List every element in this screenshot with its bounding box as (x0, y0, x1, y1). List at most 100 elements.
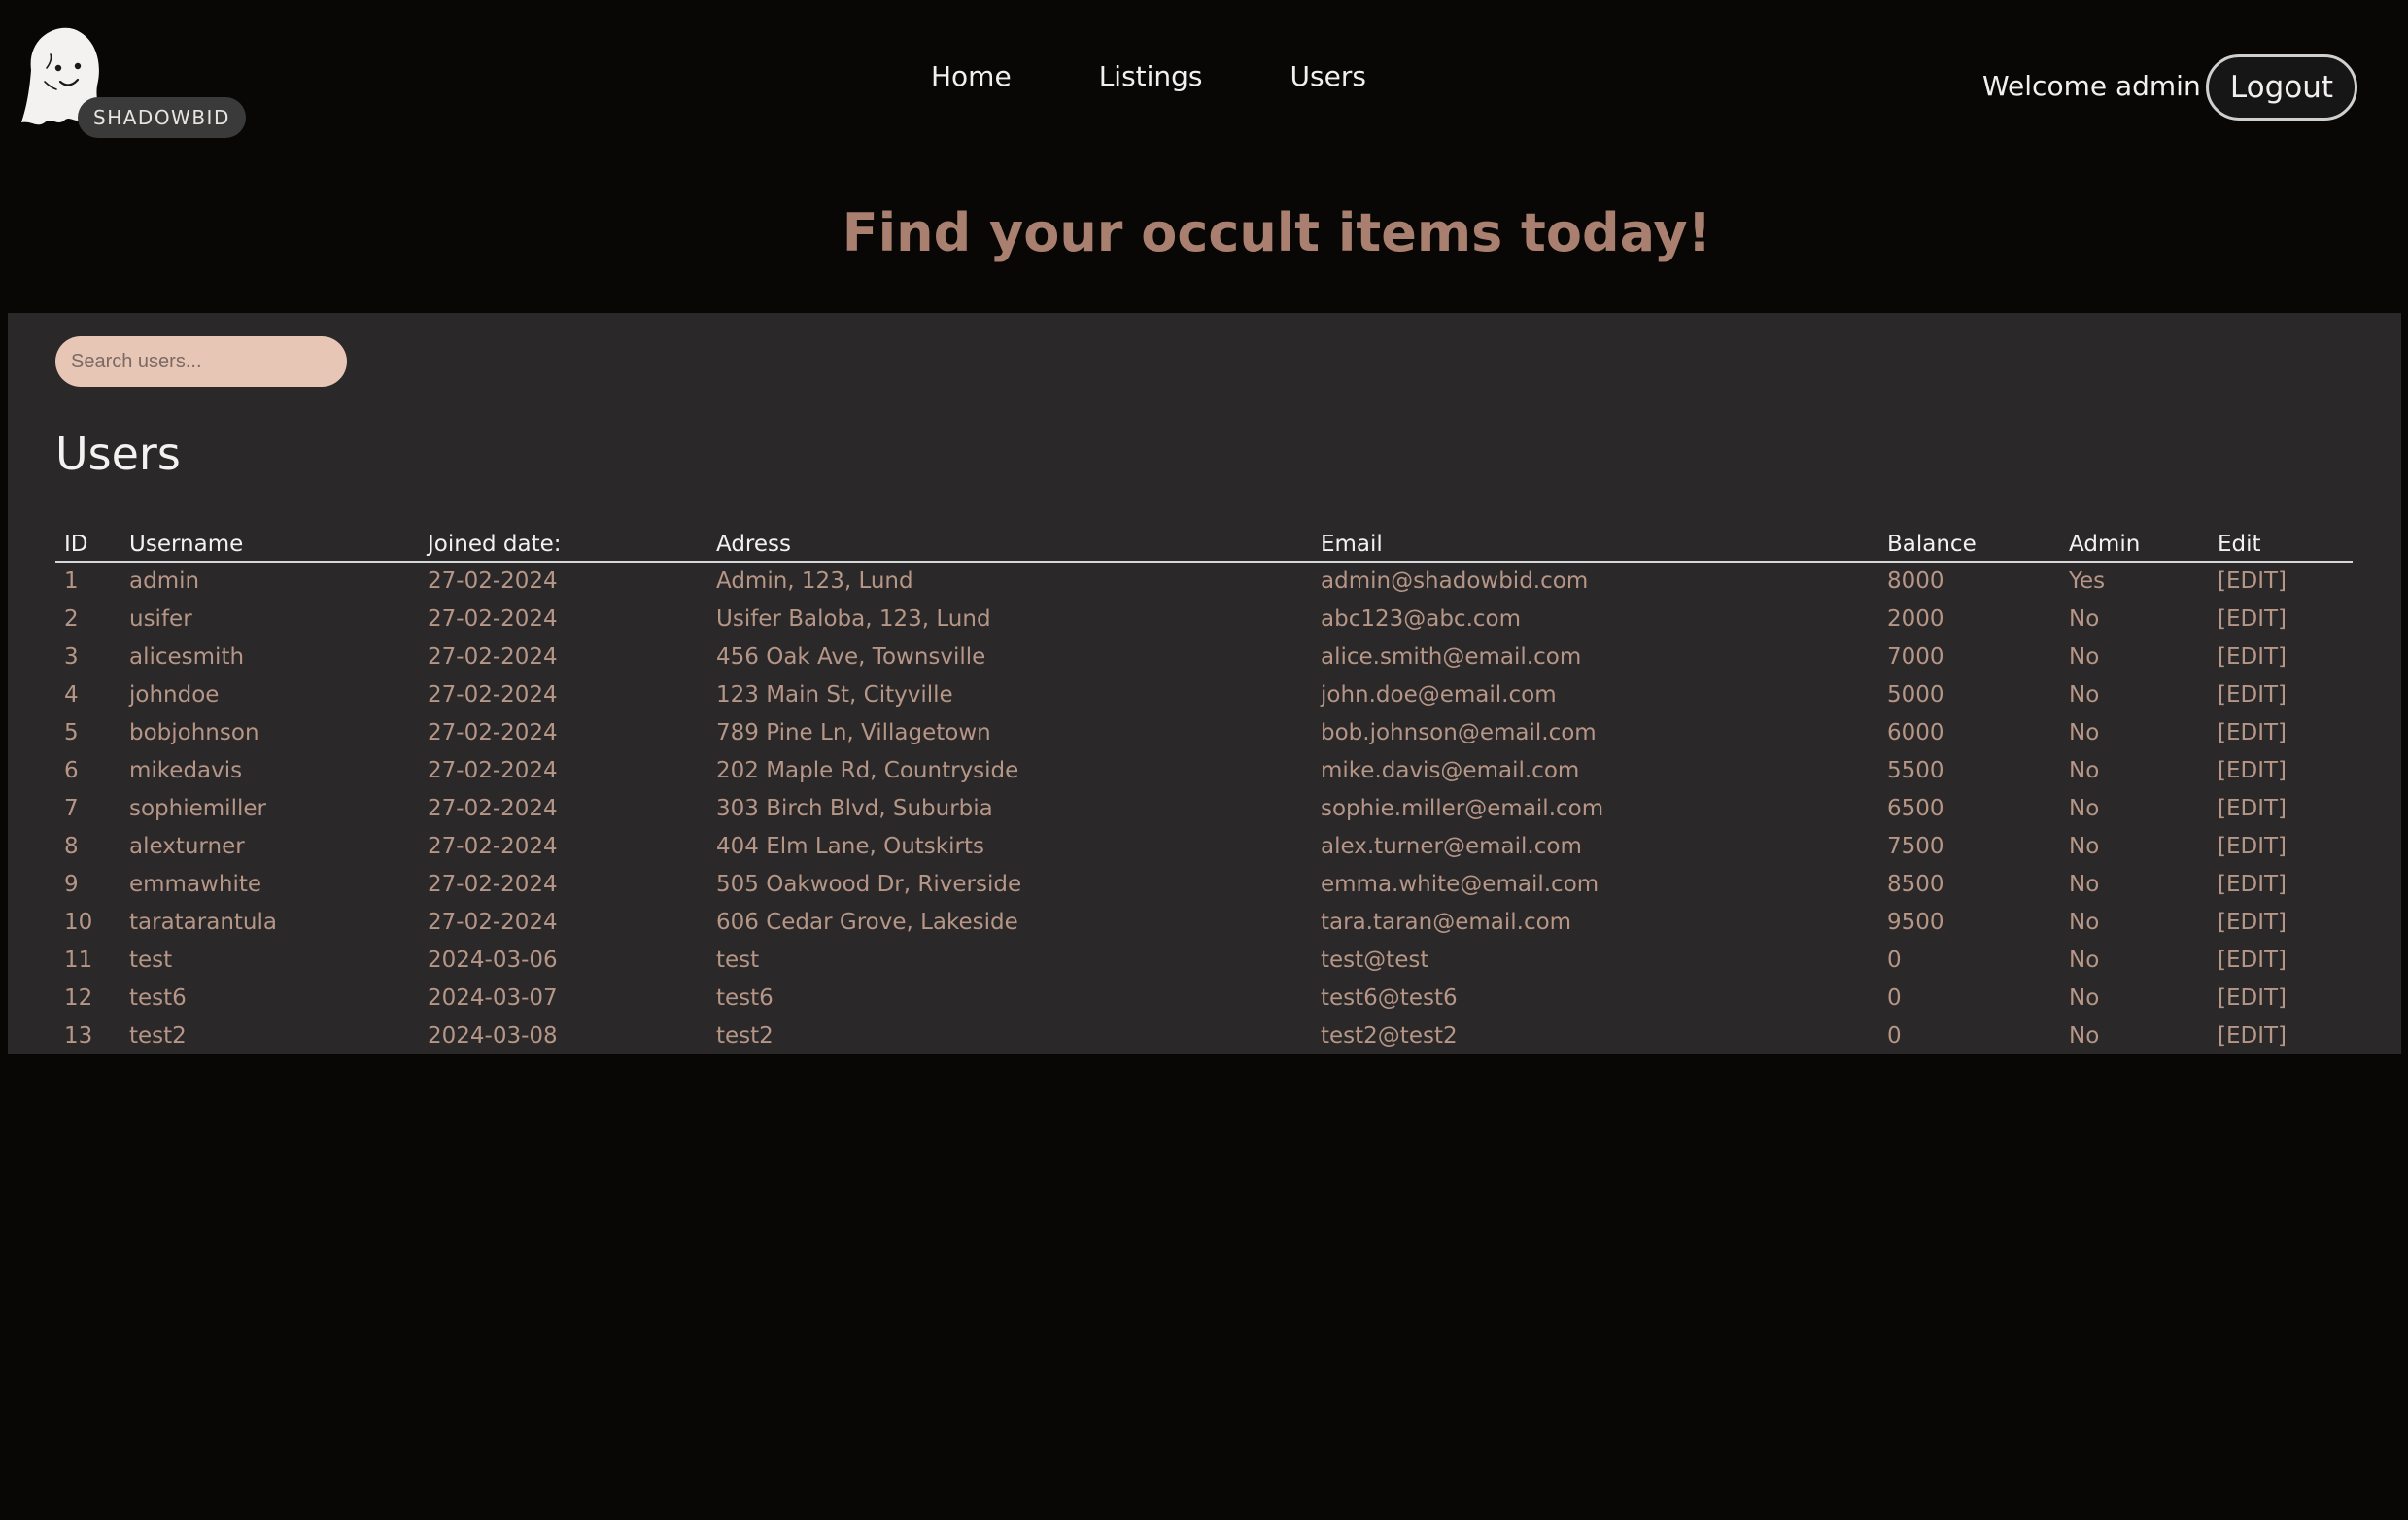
cell-email: bob.johnson@email.com (1321, 719, 1597, 745)
cell-balance: 0 (1887, 947, 1902, 973)
edit-link[interactable]: [EDIT] (2210, 600, 2353, 638)
edit-link[interactable]: [EDIT] (2210, 789, 2353, 827)
cell-admin: No (2069, 719, 2100, 745)
edit-link[interactable]: [EDIT] (2210, 562, 2353, 600)
cell-joined-date: 27-02-2024 (428, 643, 558, 670)
cell-email: mike.davis@email.com (1321, 757, 1580, 783)
cell-balance: 8000 (1887, 569, 1944, 594)
cell-joined-date: 27-02-2024 (428, 681, 558, 708)
cell-admin: No (2069, 909, 2100, 935)
cell-address: test6 (716, 985, 774, 1011)
cell-admin: No (2069, 947, 2100, 973)
search-input[interactable] (55, 336, 347, 387)
edit-link[interactable]: [EDIT] (2210, 903, 2353, 941)
cell-email: alex.turner@email.com (1321, 833, 1582, 859)
cell-joined-date: 27-02-2024 (428, 833, 558, 859)
cell-balance: 8500 (1887, 871, 1944, 897)
column-header-username[interactable]: Username (121, 525, 420, 563)
cell-joined-date: 27-02-2024 (428, 871, 558, 897)
cell-email: admin@shadowbid.com (1321, 569, 1589, 594)
cell-admin: No (2069, 833, 2100, 859)
logout-button[interactable]: Logout (2206, 54, 2357, 121)
cell-id: 8 (64, 833, 79, 859)
brand-logo[interactable]: SHADOWBID (17, 21, 246, 138)
cell-address: 303 Birch Blvd, Suburbia (716, 795, 993, 821)
edit-link[interactable]: [EDIT] (2210, 751, 2353, 789)
edit-link[interactable]: [EDIT] (2210, 979, 2353, 1017)
cell-balance: 0 (1887, 985, 1902, 1011)
cell-id: 2 (64, 605, 79, 632)
column-header-joined-date[interactable]: Joined date: (420, 525, 708, 563)
cell-username: johndoe (129, 681, 220, 708)
cell-balance: 2000 (1887, 605, 1944, 632)
section-title: Users (55, 428, 181, 480)
nav-item-users[interactable]: Users (1290, 60, 1366, 92)
cell-joined-date: 27-02-2024 (428, 909, 558, 935)
cell-username: test (129, 947, 173, 973)
edit-link[interactable]: [EDIT] (2210, 941, 2353, 979)
cell-address: test2 (716, 1022, 774, 1049)
edit-link[interactable]: [EDIT] (2210, 1017, 2353, 1054)
main-nav: Home Listings Users (931, 60, 1454, 92)
brand-name: SHADOWBID (78, 97, 246, 138)
edit-link[interactable]: [EDIT] (2210, 865, 2353, 903)
cell-admin: No (2069, 757, 2100, 783)
edit-link[interactable]: [EDIT] (2210, 713, 2353, 751)
cell-admin: No (2069, 605, 2100, 632)
cell-username: mikedavis (129, 757, 243, 783)
cell-address: 789 Pine Ln, Villagetown (716, 719, 991, 745)
cell-id: 11 (64, 947, 93, 973)
cell-id: 12 (64, 985, 93, 1011)
cell-joined-date: 27-02-2024 (428, 719, 558, 745)
cell-id: 10 (64, 909, 93, 935)
table-row: 12 test6 2024-03-07 test6 test6@test6 0 No [EDI… (55, 979, 2353, 1017)
cell-username: emmawhite (129, 871, 262, 897)
cell-balance: 7000 (1887, 643, 1944, 670)
cell-id: 13 (64, 1022, 93, 1049)
cell-joined-date: 27-02-2024 (428, 757, 558, 783)
nav-item-listings[interactable]: Listings (1099, 60, 1203, 92)
column-header-id[interactable]: ID (55, 525, 121, 563)
cell-id: 1 (64, 569, 79, 594)
cell-admin: No (2069, 795, 2100, 821)
column-header-balance[interactable]: Balance (1879, 525, 2061, 563)
cell-joined-date: 27-02-2024 (428, 569, 558, 594)
table-row: 8 alexturner 27-02-2024 404 Elm Lane, Outsk… (55, 827, 2353, 865)
table-row: 1 admin 27-02-2024 Admin, 123, Lund admin@sh… (55, 562, 2353, 600)
table-header-row: ID Username Joined date: Adress Email Ba… (55, 525, 2353, 563)
cell-balance: 5000 (1887, 681, 1944, 708)
nav-item-home[interactable]: Home (931, 60, 1012, 92)
cell-address: 202 Maple Rd, Countryside (716, 757, 1019, 783)
edit-link[interactable]: [EDIT] (2210, 638, 2353, 675)
edit-link[interactable]: [EDIT] (2210, 675, 2353, 713)
cell-joined-date: 27-02-2024 (428, 605, 558, 632)
users-table: ID Username Joined date: Adress Email Ba… (55, 525, 2353, 1054)
column-header-email[interactable]: Email (1313, 525, 1879, 563)
cell-username: sophiemiller (129, 795, 266, 821)
cell-balance: 6500 (1887, 795, 1944, 821)
cell-balance: 5500 (1887, 757, 1944, 783)
cell-joined-date: 27-02-2024 (428, 795, 558, 821)
cell-address: Usifer Baloba, 123, Lund (716, 605, 991, 632)
cell-username: usifer (129, 605, 192, 632)
cell-email: emma.white@email.com (1321, 871, 1600, 897)
edit-link[interactable]: [EDIT] (2210, 827, 2353, 865)
cell-email: tara.taran@email.com (1321, 909, 1572, 935)
cell-address: Admin, 123, Lund (716, 569, 913, 594)
cell-admin: No (2069, 1022, 2100, 1049)
cell-address: 606 Cedar Grove, Lakeside (716, 909, 1018, 935)
cell-balance: 0 (1887, 1022, 1902, 1049)
cell-address: 123 Main St, Cityville (716, 681, 953, 708)
column-header-address[interactable]: Adress (708, 525, 1313, 563)
table-row: 13 test2 2024-03-08 test2 test2@test2 0 No [EDI… (55, 1017, 2353, 1054)
table-row: 11 test 2024-03-06 test test@test 0 No [EDIT] (55, 941, 2353, 979)
top-header: SHADOWBID Home Listings Users Welcome ad… (0, 0, 2408, 175)
users-table-body: 1 admin 27-02-2024 Admin, 123, Lund admin@sh… (55, 562, 2353, 1054)
column-header-admin[interactable]: Admin (2061, 525, 2210, 563)
cell-username: admin (129, 569, 200, 594)
cell-email: abc123@abc.com (1321, 605, 1522, 632)
table-row: 10 taratarantula 27-02-2024 606 Cedar Grove… (55, 903, 2353, 941)
cell-id: 5 (64, 719, 79, 745)
cell-username: test6 (129, 985, 187, 1011)
cell-email: john.doe@email.com (1321, 681, 1557, 708)
